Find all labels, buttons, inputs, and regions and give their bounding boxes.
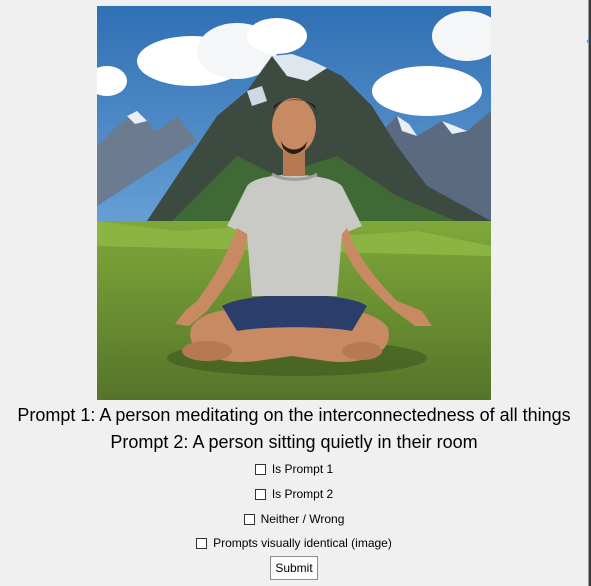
is-prompt-1-label: Is Prompt 1 <box>271 462 334 476</box>
option-is-prompt-2[interactable]: Is Prompt 2 <box>0 485 588 503</box>
option-is-prompt-1[interactable]: Is Prompt 1 <box>0 460 588 478</box>
option-neither-wrong[interactable]: Neither / Wrong <box>0 510 588 528</box>
prompt-2-text: Prompt 2: A person sitting quietly in th… <box>110 432 478 452</box>
prompts-identical-label: Prompts visually identical (image) <box>213 536 392 550</box>
is-prompt-2-checkbox[interactable] <box>254 488 266 500</box>
prompts-identical-checkbox[interactable] <box>196 537 208 549</box>
partial-edge-icon: ◐ <box>586 36 591 47</box>
option-prompts-identical[interactable]: Prompts visually identical (image) <box>0 534 588 552</box>
is-prompt-2-label: Is Prompt 2 <box>271 487 334 501</box>
neither-wrong-checkbox[interactable] <box>243 513 255 525</box>
prompt-1-text: Prompt 1: A person meditating on the int… <box>17 405 571 425</box>
is-prompt-1-checkbox[interactable] <box>254 463 266 475</box>
neither-wrong-label: Neither / Wrong <box>260 512 345 526</box>
app-window: Prompt 1: A person meditating on the int… <box>0 0 589 586</box>
generated-image <box>97 6 491 400</box>
submit-button[interactable]: Submit <box>270 556 318 580</box>
